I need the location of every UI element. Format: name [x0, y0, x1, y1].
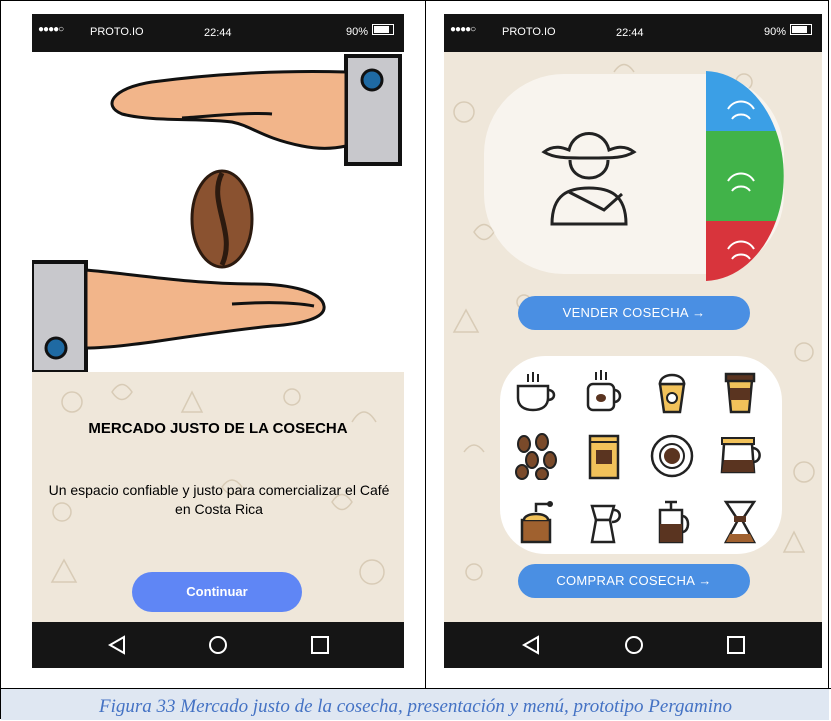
frappe-icon[interactable]	[648, 366, 696, 414]
grinder-icon[interactable]	[512, 498, 560, 546]
android-nav-bar	[32, 622, 404, 668]
takeaway-cup-icon[interactable]	[716, 366, 764, 414]
back-icon[interactable]	[520, 635, 544, 655]
sell-harvest-button[interactable]: VENDER COSECHA →	[518, 296, 750, 330]
status-bar: ●●●●○ PROTO.IO 22:44 90%	[32, 14, 404, 52]
figure-caption: Figura 33 Mercado justo de la cosecha, p…	[98, 696, 733, 717]
phone-screen-presentation: ●●●●○ PROTO.IO 22:44 90% MERCADO JUSTO D…	[32, 14, 404, 668]
battery-percent: 90%	[345, 26, 368, 38]
status-bar: ●●●●○ PROTO.IO 22:44 90%	[444, 14, 822, 52]
status-time: 22:44	[616, 27, 644, 39]
recents-icon[interactable]	[308, 635, 332, 655]
mug-icon[interactable]	[580, 366, 628, 414]
carrier-label: PROTO.IO	[502, 26, 556, 38]
continue-button[interactable]: Continuar	[132, 572, 302, 612]
french-press-icon[interactable]	[648, 498, 696, 546]
moka-pot-icon[interactable]	[580, 498, 628, 546]
coffee-pot-icon[interactable]	[716, 432, 764, 480]
home-icon[interactable]	[622, 635, 646, 655]
battery-icon	[790, 24, 812, 35]
cup-top-view-icon[interactable]	[648, 432, 696, 480]
status-time: 22:44	[204, 27, 232, 39]
coffee-icons-panel	[500, 356, 782, 554]
page-title: MERCADO JUSTO DE LA COSECHA	[88, 420, 348, 437]
carrier-label: PROTO.IO	[90, 26, 144, 38]
farmer-icon	[541, 132, 637, 226]
buy-harvest-button[interactable]: COMPRAR COSECHA →	[518, 564, 750, 598]
hands-coffee-bean-illustration	[32, 52, 404, 374]
home-icon[interactable]	[206, 635, 230, 655]
signal-dots: ●●●●○	[450, 24, 476, 35]
signal-dots: ●●●●○	[38, 24, 64, 35]
coffee-bag-icon[interactable]	[580, 432, 628, 480]
role-selector-wheel[interactable]	[706, 71, 786, 281]
page-subtitle: Un espacio confiable y justo para comerc…	[48, 482, 390, 517]
coffee-beans-icon[interactable]	[512, 432, 560, 480]
android-nav-bar	[444, 622, 822, 668]
battery-icon	[372, 24, 394, 35]
chemex-icon[interactable]	[716, 498, 764, 546]
recents-icon[interactable]	[724, 635, 748, 655]
phone-screen-menu: VENDER COSECHA → COMPRAR COSECHA → ●●●●○…	[444, 14, 822, 668]
coffee-cup-icon[interactable]	[512, 366, 560, 414]
back-icon[interactable]	[106, 635, 130, 655]
battery-percent: 90%	[763, 26, 786, 38]
table-column-divider	[425, 0, 426, 688]
